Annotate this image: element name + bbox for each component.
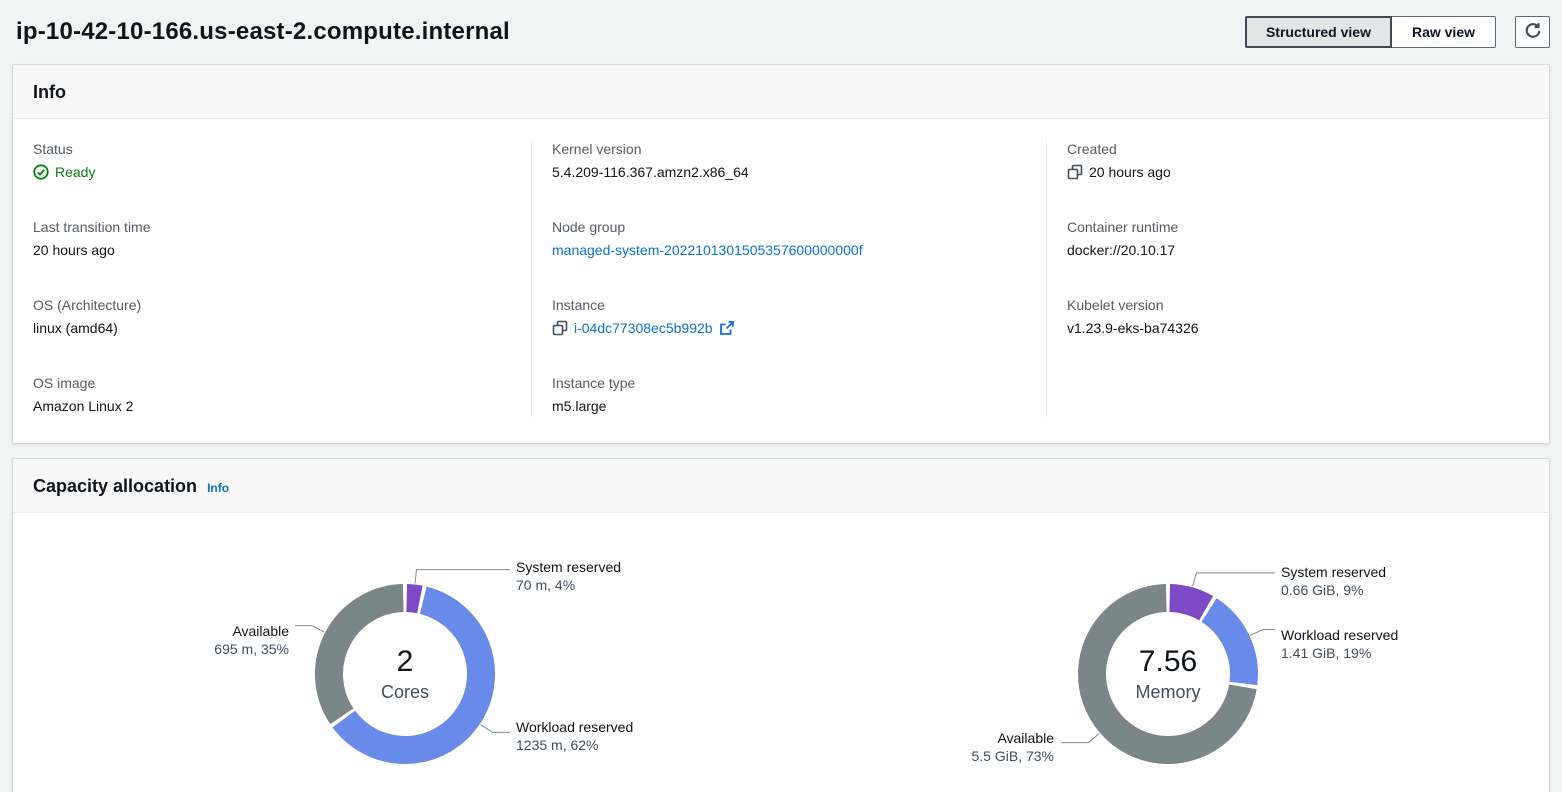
field-container-runtime: Container runtime docker://20.10.17: [1067, 217, 1529, 261]
instance-type-value: m5.large: [552, 395, 1026, 417]
memory-label-available: Available 5.5 GiB, 73%: [972, 730, 1055, 764]
field-created: Created 20 hours ago: [1067, 139, 1529, 183]
info-panel: Info Status Ready Last transition time: [12, 64, 1550, 444]
capacity-panel: Capacity allocation Info 2 Cores System …: [12, 458, 1550, 792]
capacity-info-link[interactable]: Info: [207, 481, 229, 495]
field-kernel-version: Kernel version 5.4.209-116.367.amzn2.x86…: [552, 139, 1026, 183]
memory-label-system-reserved: System reserved 0.66 GiB, 9%: [1281, 564, 1386, 598]
structured-view-button[interactable]: Structured view: [1245, 16, 1392, 48]
info-panel-header: Info: [13, 65, 1549, 119]
external-link-icon[interactable]: [719, 320, 735, 336]
field-label-container-runtime: Container runtime: [1067, 217, 1529, 237]
node-group-link[interactable]: managed-system-2022101301505357600000000…: [552, 239, 863, 261]
created-value: 20 hours ago: [1089, 161, 1171, 183]
field-node-group: Node group managed-system-20221013015053…: [552, 217, 1026, 261]
cpu-label-workload-reserved: Workload reserved 1235 m, 62%: [516, 719, 633, 753]
field-status: Status Ready: [33, 139, 511, 183]
cpu-donut-chart[interactable]: [295, 570, 510, 750]
info-column-2: Kernel version 5.4.209-116.367.amzn2.x86…: [531, 139, 1046, 417]
field-label-created: Created: [1067, 139, 1529, 159]
view-toggle: Structured view Raw view: [1245, 16, 1496, 48]
page-title: ip-10-42-10-166.us-east-2.compute.intern…: [16, 18, 510, 46]
cpu-label-system-reserved: System reserved 70 m, 4%: [516, 559, 621, 593]
info-panel-title: Info: [33, 82, 66, 103]
field-label-os-image: OS image: [33, 373, 511, 393]
field-label-last-transition: Last transition time: [33, 217, 511, 237]
raw-view-button[interactable]: Raw view: [1392, 16, 1496, 48]
field-label-kernel-version: Kernel version: [552, 139, 1026, 159]
field-instance: Instance i-04dc77308ec5b992b: [552, 295, 1026, 339]
field-label-instance-type: Instance type: [552, 373, 1026, 393]
memory-donut-chart[interactable]: [1061, 573, 1275, 750]
capacity-panel-title: Capacity allocation: [33, 476, 197, 497]
last-transition-value: 20 hours ago: [33, 239, 511, 261]
field-label-kubelet-version: Kubelet version: [1067, 295, 1529, 315]
field-instance-type: Instance type m5.large: [552, 373, 1026, 417]
status-text: Ready: [55, 161, 95, 183]
cpu-label-available: Available 695 m, 35%: [214, 623, 289, 657]
field-os-architecture: OS (Architecture) linux (amd64): [33, 295, 511, 339]
info-column-1: Status Ready Last transition time 20 hou…: [13, 139, 531, 417]
check-circle-icon: [33, 164, 49, 180]
os-architecture-value: linux (amd64): [33, 317, 511, 339]
capacity-panel-header: Capacity allocation Info: [13, 459, 1549, 513]
field-os-image: OS image Amazon Linux 2: [33, 373, 511, 417]
refresh-button[interactable]: [1515, 16, 1550, 48]
field-label-instance: Instance: [552, 295, 1026, 315]
field-label-os-architecture: OS (Architecture): [33, 295, 511, 315]
page-header: ip-10-42-10-166.us-east-2.compute.intern…: [0, 0, 1562, 64]
kernel-version-value: 5.4.209-116.367.amzn2.x86_64: [552, 161, 1026, 183]
capacity-panel-body: 2 Cores System reserved 70 m, 4% Workloa…: [13, 513, 1549, 792]
memory-label-workload-reserved: Workload reserved 1.41 GiB, 19%: [1281, 627, 1398, 661]
status-value: Ready: [33, 161, 511, 183]
info-column-3: Created 20 hours ago Container runtime d…: [1046, 139, 1549, 417]
os-image-value: Amazon Linux 2: [33, 395, 511, 417]
copy-icon[interactable]: [1067, 164, 1083, 180]
field-kubelet-version: Kubelet version v1.23.9-eks-ba74326: [1067, 295, 1529, 339]
kubelet-version-value: v1.23.9-eks-ba74326: [1067, 317, 1529, 339]
field-label-status: Status: [33, 139, 511, 159]
field-last-transition: Last transition time 20 hours ago: [33, 217, 511, 261]
container-runtime-value: docker://20.10.17: [1067, 239, 1529, 261]
copy-icon[interactable]: [552, 320, 568, 336]
refresh-icon: [1524, 22, 1542, 43]
info-panel-body: Status Ready Last transition time 20 hou…: [13, 119, 1549, 443]
instance-link[interactable]: i-04dc77308ec5b992b: [574, 317, 713, 339]
field-label-node-group: Node group: [552, 217, 1026, 237]
header-actions: Structured view Raw view: [1245, 16, 1550, 48]
